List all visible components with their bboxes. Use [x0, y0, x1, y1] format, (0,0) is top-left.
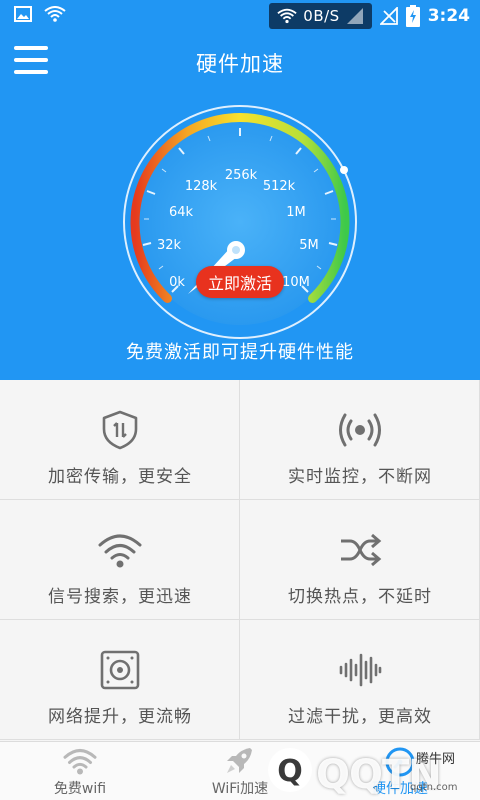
feature-switch-hotspot[interactable]: 切换热点，不延时 — [240, 500, 480, 620]
activate-button[interactable]: 立即激活 — [196, 266, 284, 298]
status-left-icons — [14, 6, 66, 22]
battery-charging-icon — [405, 5, 420, 27]
feature-encrypted-transfer[interactable]: 加密传输，更安全 — [0, 380, 240, 500]
tab-free-wifi[interactable]: 免费wifi — [0, 742, 160, 800]
watermark-brand: 腾牛网 — [416, 752, 456, 767]
feature-signal-search[interactable]: 信号搜索，更迅速 — [0, 500, 240, 620]
gauge-label: 0k — [169, 275, 185, 290]
broadcast-icon — [339, 413, 381, 447]
gauge-label: 256k — [225, 168, 258, 183]
speaker-box-icon — [100, 650, 140, 690]
sound-wave-icon — [339, 653, 382, 687]
wifi-icon — [63, 749, 97, 775]
status-time: 3:24 — [427, 6, 470, 26]
feature-label: 加密传输，更安全 — [48, 467, 192, 487]
feature-realtime-monitor[interactable]: 实时监控，不断网 — [240, 380, 480, 500]
feature-filter-interference[interactable]: 过滤干扰，更高效 — [240, 620, 480, 740]
feature-label: 过滤干扰，更高效 — [288, 707, 432, 727]
feature-label: 切换热点，不延时 — [288, 587, 432, 607]
wifi-signal-icon — [98, 534, 142, 568]
no-signal-icon — [379, 7, 398, 25]
feature-label: 信号搜索，更迅速 — [48, 587, 192, 607]
signal-icon — [346, 8, 363, 24]
gauge-label: 10M — [282, 275, 310, 290]
wifi-icon — [44, 6, 66, 22]
feature-grid: 加密传输，更安全 实时监控，不断网 信号搜索，更迅速 切换热点，不延时 网络提升… — [0, 380, 480, 741]
shield-transfer-icon — [102, 410, 138, 450]
header-panel: 硬件加速 0k 32k 64k 128k 256k 512k 1M 5M 10M… — [0, 32, 480, 380]
qqtn-logo-icon: Q — [268, 748, 312, 792]
rocket-icon — [227, 748, 252, 773]
watermark: Q QQTN 腾牛网 qqtn.com — [260, 738, 480, 800]
feature-label: 实时监控，不断网 — [288, 467, 432, 487]
net-speed: 0B/S — [303, 7, 340, 25]
svg-text:Q: Q — [277, 754, 303, 789]
gauge-label: 32k — [157, 238, 182, 253]
wifi-icon — [277, 8, 297, 24]
watermark-domain: qqtn.com — [410, 782, 458, 793]
gauge-label: 1M — [286, 205, 306, 220]
gauge-label: 512k — [263, 179, 296, 194]
status-right: 0B/S 3:24 — [269, 3, 470, 29]
page-title: 硬件加速 — [196, 52, 284, 76]
feature-network-boost[interactable]: 网络提升，更流畅 — [0, 620, 240, 740]
gauge-marker-dot — [340, 166, 348, 174]
gauge-label: 5M — [299, 238, 319, 253]
speed-gauge: 0k 32k 64k 128k 256k 512k 1M 5M 10M — [123, 105, 357, 339]
net-speed-box: 0B/S — [269, 3, 372, 29]
shuffle-icon — [341, 533, 382, 567]
tab-label: 免费wifi — [53, 781, 107, 797]
gauge-label: 64k — [169, 205, 194, 220]
image-icon — [14, 6, 32, 22]
status-bar: 0B/S 3:24 — [0, 0, 480, 32]
feature-label: 网络提升，更流畅 — [48, 707, 192, 727]
tagline: 免费激活即可提升硬件性能 — [126, 342, 354, 363]
gauge-label: 128k — [185, 179, 218, 194]
